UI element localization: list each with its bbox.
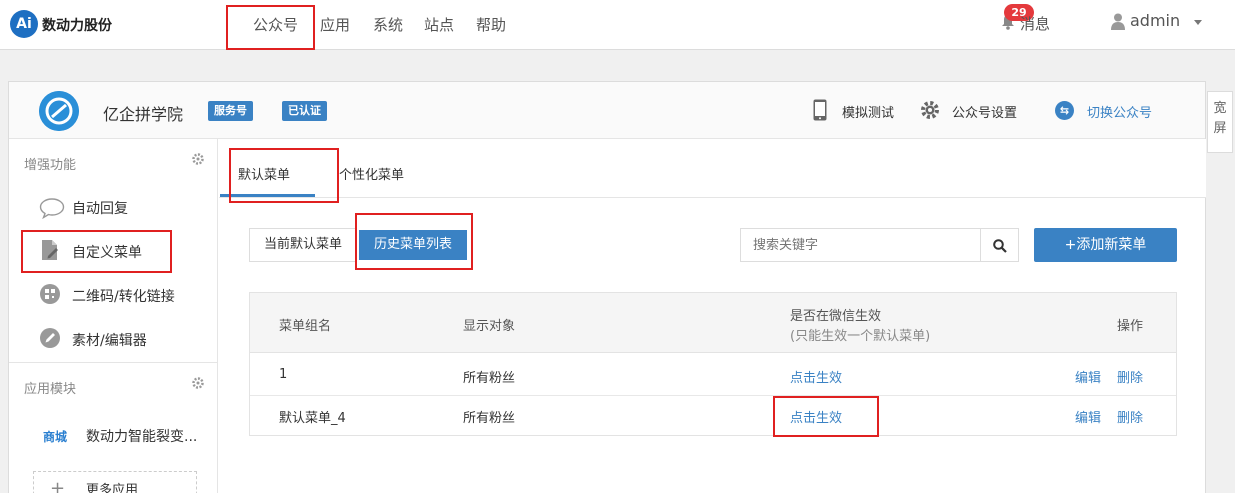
edit-link[interactable]: 编辑 [1075,407,1101,426]
phone-icon[interactable] [813,99,827,121]
annotation-box [21,230,172,273]
sidebar-item-materials[interactable]: 素材/编辑器 [72,330,147,350]
account-header [9,82,1205,139]
table-row-target: 所有粉丝 [463,411,516,426]
verified-badge: 已认证 [282,101,327,121]
service-account-badge: 服务号 [208,101,253,121]
account-avatar [39,91,79,131]
gear-icon[interactable] [920,100,940,120]
search-input[interactable] [740,228,981,262]
simulate-test-button[interactable]: 模拟测试 [842,102,894,121]
annotation-box [355,213,473,270]
user-icon [1111,13,1125,30]
sidebar-heading-apps: 应用模块 [24,382,77,397]
nav-item-system[interactable]: 系统 [373,14,403,35]
pencil-icon [40,328,60,348]
search-icon [993,239,1007,253]
table-row-name: 1 [279,367,288,382]
activate-link[interactable]: 点击生效 [790,367,842,386]
user-menu[interactable]: admin [1130,11,1180,30]
sidebar-item-auto-reply[interactable]: 自动回复 [72,198,128,218]
sidebar-item-app[interactable]: 数动力智能裂变... [86,426,197,446]
more-apps-label: 更多应用 [86,483,139,493]
annotation-box [229,148,339,203]
nav-item-help[interactable]: 帮助 [476,14,506,35]
annotation-box [226,5,315,50]
table-header [250,293,1176,353]
logo-icon: Ai [10,10,38,38]
nav-item-apps[interactable]: 应用 [320,14,350,35]
qr-code-icon [40,284,60,304]
sidebar-heading-enhanced: 增强功能 [24,158,77,173]
switch-icon[interactable]: ⇆ [1055,101,1074,120]
table-row-target: 所有粉丝 [463,371,516,386]
column-header-ops: 操作 [1117,319,1144,334]
column-header-name: 菜单组名 [279,319,332,334]
sidebar-item-qr-code[interactable]: 二维码/转化链接 [72,286,175,306]
messages-link[interactable]: 消息 [1020,13,1050,34]
column-header-effective-note: (只能生效一个默认菜单) [790,329,931,344]
nav-item-site[interactable]: 站点 [424,14,454,35]
account-name: 亿企拼学院 [103,105,184,124]
brand-name: 数动力股份 [42,18,112,34]
shop-icon: 商城 [43,430,68,444]
plus-icon: + [50,478,66,493]
column-header-target: 显示对象 [463,319,516,334]
row-divider [250,395,1176,396]
wide-screen-toggle[interactable]: 宽屏 [1207,91,1233,153]
delete-link[interactable]: 删除 [1117,367,1143,386]
table-row-name: 默认菜单_4 [279,411,346,426]
sidebar-divider [9,362,218,363]
gear-icon[interactable] [192,377,204,389]
current-default-menu-button[interactable]: 当前默认菜单 [249,228,357,262]
tab-personalized-menu[interactable]: 个性化菜单 [339,164,404,183]
switch-account-button[interactable]: 切换公众号 [1087,102,1152,121]
edit-link[interactable]: 编辑 [1075,367,1101,386]
column-header-effective: 是否在微信生效 [790,309,882,324]
chat-bubble-icon [39,198,65,219]
annotation-box [773,396,879,437]
add-menu-button[interactable]: +添加新菜单 [1034,228,1177,262]
delete-link[interactable]: 删除 [1117,407,1143,426]
gear-icon[interactable] [192,153,204,165]
chevron-down-icon[interactable] [1194,20,1202,25]
search-button[interactable] [980,228,1019,262]
account-settings-button[interactable]: 公众号设置 [952,102,1017,121]
